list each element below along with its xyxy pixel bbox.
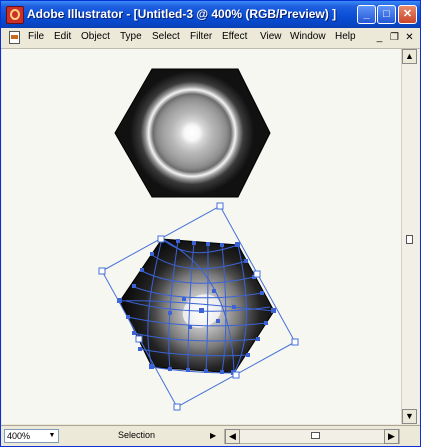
menu-help[interactable]: Help bbox=[335, 31, 356, 42]
doc-close-button[interactable]: ✕ bbox=[403, 31, 416, 44]
doc-minimize-button[interactable]: _ bbox=[373, 31, 386, 44]
artwork bbox=[98, 68, 299, 411]
bbox-handle bbox=[157, 235, 165, 243]
bbox-handle bbox=[253, 270, 261, 278]
menu-object[interactable]: Object bbox=[81, 31, 110, 42]
app-window: Adobe Illustrator - [Untitled-3 @ 400% (… bbox=[0, 0, 421, 447]
document-icon[interactable] bbox=[9, 31, 20, 44]
zoom-field[interactable]: 400% ▼ bbox=[4, 429, 59, 443]
bbox-handle bbox=[135, 335, 143, 343]
scroll-thumb[interactable] bbox=[406, 235, 413, 244]
bottom-hexagon-mesh bbox=[117, 236, 276, 375]
menu-view[interactable]: View bbox=[260, 31, 282, 42]
scroll-left-icon[interactable]: ◀ bbox=[225, 429, 240, 444]
status-text: Selection bbox=[118, 430, 156, 440]
horizontal-scroll-thumb[interactable] bbox=[311, 432, 320, 439]
maximize-button[interactable]: □ bbox=[377, 5, 396, 24]
menu-select[interactable]: Select bbox=[152, 31, 180, 42]
doc-restore-button[interactable]: ❐ bbox=[388, 31, 401, 44]
window-title: Adobe Illustrator - [Untitled-3 @ 400% (… bbox=[27, 7, 337, 21]
bbox-handle bbox=[98, 267, 106, 275]
dropdown-arrow-icon[interactable]: ▼ bbox=[47, 431, 57, 441]
bbox-handle bbox=[216, 202, 224, 210]
horizontal-scrollbar[interactable]: ◀ ▶ bbox=[224, 429, 400, 444]
top-hexagon bbox=[114, 68, 271, 198]
title-bar[interactable]: Adobe Illustrator - [Untitled-3 @ 400% (… bbox=[1, 1, 420, 28]
vertical-scrollbar[interactable]: ▲ ▼ bbox=[401, 49, 419, 424]
zoom-level: 400% bbox=[7, 431, 31, 441]
menu-window[interactable]: Window bbox=[290, 31, 326, 42]
close-button[interactable]: ✕ bbox=[398, 5, 417, 24]
scroll-down-icon[interactable]: ▼ bbox=[402, 409, 417, 424]
menu-bar: File Edit Object Type Select Filter Effe… bbox=[1, 28, 420, 49]
menu-filter[interactable]: Filter bbox=[190, 31, 212, 42]
menu-type[interactable]: Type bbox=[120, 31, 142, 42]
status-menu-arrow-icon[interactable]: ▶ bbox=[210, 431, 216, 440]
menu-edit[interactable]: Edit bbox=[54, 31, 71, 42]
app-logo-icon[interactable] bbox=[6, 6, 24, 24]
status-bar: 400% ▼ Selection ▶ ◀ ▶ bbox=[1, 425, 420, 446]
minimize-button[interactable]: _ bbox=[357, 5, 376, 24]
artboard-canvas[interactable] bbox=[2, 49, 401, 424]
bbox-handle bbox=[291, 338, 299, 346]
scroll-right-icon[interactable]: ▶ bbox=[384, 429, 399, 444]
menu-effect[interactable]: Effect bbox=[222, 31, 247, 42]
bbox-handle bbox=[232, 371, 240, 379]
scroll-up-icon[interactable]: ▲ bbox=[402, 49, 417, 64]
bbox-handle bbox=[173, 403, 181, 411]
menu-file[interactable]: File bbox=[28, 31, 44, 42]
